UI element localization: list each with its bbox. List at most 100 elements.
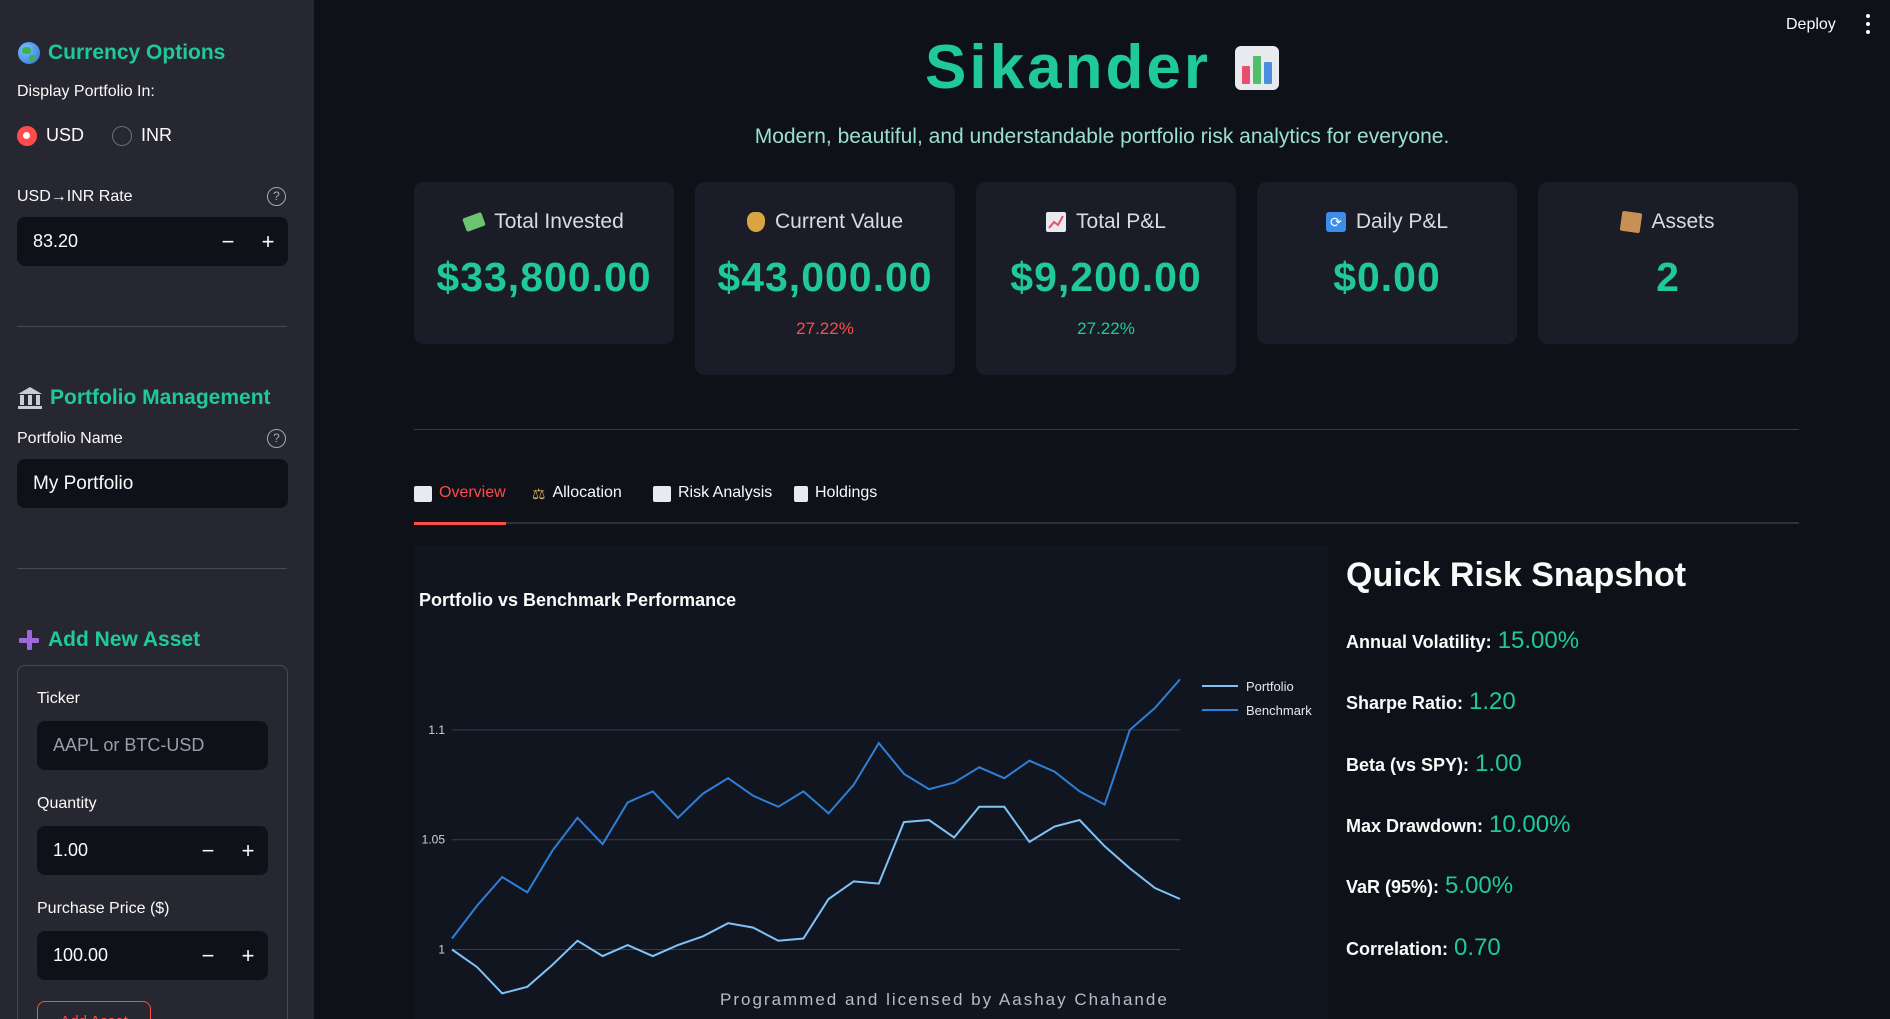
purchase-price-label: Purchase Price ($) (37, 900, 170, 917)
main-divider (414, 429, 1799, 430)
tab-label: Holdings (815, 484, 878, 501)
metric-card-daily-pnl: ⟳ Daily P&L $0.00 (1257, 182, 1517, 344)
snapshot-value: 1.20 (1469, 688, 1516, 715)
tab-label: Overview (439, 484, 506, 501)
metric-card-assets: Assets 2 (1538, 182, 1798, 344)
help-icon[interactable]: ? (267, 429, 286, 448)
metric-label-text: Daily P&L (1355, 210, 1449, 233)
radio-unselected-icon (112, 125, 133, 146)
portfolio-management-heading: Portfolio Management (18, 386, 271, 410)
add-new-asset-title: Add New Asset (48, 628, 201, 651)
snapshot-row-beta: Beta (vs SPY): 1.00 (1346, 750, 1522, 778)
app-root: Currency Options Display Portfolio In: U… (0, 0, 1890, 1019)
app-title-text: Sikander (925, 33, 1211, 102)
increment-button[interactable]: + (228, 943, 268, 969)
y-tick-label: 1 (438, 943, 445, 957)
performance-chart-panel: Portfolio vs Benchmark Performance 1 1.05… (414, 546, 1328, 1019)
y-tick-label: 1.05 (422, 833, 446, 847)
metric-label: Assets (1538, 210, 1798, 234)
tab-allocation[interactable]: ⚖ Allocation (532, 484, 622, 524)
metric-label: Current Value (695, 210, 955, 234)
legend-label: Benchmark (1246, 703, 1312, 718)
help-icon[interactable]: ? (267, 187, 286, 206)
add-asset-button[interactable]: Add Asset (37, 1001, 151, 1019)
snapshot-row-sharpe: Sharpe Ratio: 1.20 (1346, 688, 1516, 716)
snapshot-label: Max Drawdown: (1346, 816, 1484, 836)
decrement-button[interactable]: − (188, 838, 228, 864)
metric-label-text: Current Value (774, 210, 903, 233)
metric-label-text: Total Invested (494, 210, 624, 233)
tab-bar: Overview ⚖ Allocation Risk Analysis Hold… (414, 484, 1799, 525)
metric-value: $0.00 (1333, 254, 1441, 300)
radio-selected-icon (17, 125, 37, 146)
quantity-stepper[interactable]: 1.00 − + (37, 826, 268, 875)
performance-chart[interactable]: 1 1.05 1.1 Portfolio Benchmark (414, 546, 1328, 1019)
bar-chart-icon (1234, 45, 1279, 90)
chart-increasing-icon (1046, 212, 1067, 232)
decrement-button[interactable]: − (188, 943, 228, 969)
usd-inr-rate-input[interactable]: 83.20 − + (17, 217, 288, 266)
plus-icon (18, 629, 40, 651)
increment-button[interactable]: + (228, 838, 268, 864)
portfolio-management-title: Portfolio Management (50, 386, 271, 409)
metric-label: Total P&L (976, 210, 1236, 234)
legend-label: Portfolio (1246, 679, 1294, 694)
metric-value: $33,800.00 (436, 254, 652, 300)
refresh-icon: ⟳ (1325, 212, 1346, 232)
tab-overview[interactable]: Overview (414, 484, 506, 525)
metric-card-current-value: Current Value $43,000.00 27.22% (695, 182, 955, 375)
metric-label-text: Assets (1651, 210, 1715, 233)
currency-radio-group: USD INR (17, 125, 190, 146)
chart-increasing-icon (414, 486, 432, 502)
balance-scale-icon: ⚖ (532, 486, 546, 503)
tab-label: Allocation (552, 484, 622, 501)
credit-text: Programmed and licensed by Aashay Chahan… (720, 990, 1169, 1009)
y-tick-label: 1.1 (428, 723, 445, 737)
snapshot-title: Quick Risk Snapshot (1346, 556, 1687, 594)
tab-label: Risk Analysis (678, 484, 773, 501)
snapshot-value: 5.00% (1445, 872, 1514, 899)
app-subtitle: Modern, beautiful, and understandable po… (754, 125, 1450, 148)
sidebar: Currency Options Display Portfolio In: U… (0, 0, 314, 1019)
package-icon (1620, 210, 1643, 234)
snapshot-value: 0.70 (1454, 934, 1501, 961)
currency-radio-inr[interactable]: INR (112, 125, 172, 146)
ticker-input[interactable]: AAPL or BTC-USD (37, 721, 268, 770)
clipboard-icon (794, 486, 808, 502)
series-line-portfolio (451, 805, 1181, 995)
snapshot-value: 15.00% (1497, 627, 1580, 654)
metric-delta: 27.22% (796, 319, 854, 338)
snapshot-value: 1.00 (1475, 750, 1522, 777)
snapshot-label: VaR (95%): (1346, 877, 1440, 897)
tab-risk-analysis[interactable]: Risk Analysis (653, 484, 772, 524)
add-new-asset-heading: Add New Asset (18, 628, 200, 652)
money-wings-icon (462, 212, 486, 232)
metric-label: Total Invested (414, 210, 674, 234)
currency-radio-usd[interactable]: USD (17, 125, 84, 146)
purchase-price-stepper[interactable]: 100.00 − + (37, 931, 268, 980)
portfolio-name-input[interactable]: My Portfolio (17, 459, 288, 508)
increment-button[interactable]: + (248, 229, 288, 255)
purchase-price-value: 100.00 (53, 945, 109, 965)
snapshot-row-volatility: Annual Volatility: 15.00% (1346, 627, 1579, 655)
rate-value: 83.20 (33, 231, 79, 251)
metric-label-text: Total P&L (1076, 210, 1166, 233)
bar-chart-icon (653, 486, 671, 502)
radio-label-inr: INR (141, 125, 173, 145)
metric-card-total-invested: Total Invested $33,800.00 (414, 182, 674, 344)
snapshot-label: Correlation: (1346, 939, 1449, 959)
quantity-value: 1.00 (53, 840, 89, 860)
metric-value: $9,200.00 (1010, 254, 1202, 300)
metric-value: $43,000.00 (717, 254, 933, 300)
snapshot-row-drawdown: Max Drawdown: 10.00% (1346, 811, 1570, 839)
risk-snapshot: Quick Risk Snapshot Annual Volatility: 15… (1346, 556, 1687, 961)
rate-label: USD→INR Rate (17, 188, 133, 205)
tab-holdings[interactable]: Holdings (794, 484, 877, 524)
snapshot-label: Beta (vs SPY): (1346, 755, 1470, 775)
series-line-benchmark (451, 678, 1181, 940)
portfolio-name-label: Portfolio Name (17, 430, 123, 447)
app-title: Sikander (0, 32, 1890, 103)
decrement-button[interactable]: − (208, 229, 248, 255)
bank-icon (18, 387, 42, 409)
metric-delta: 27.22% (1077, 319, 1135, 338)
